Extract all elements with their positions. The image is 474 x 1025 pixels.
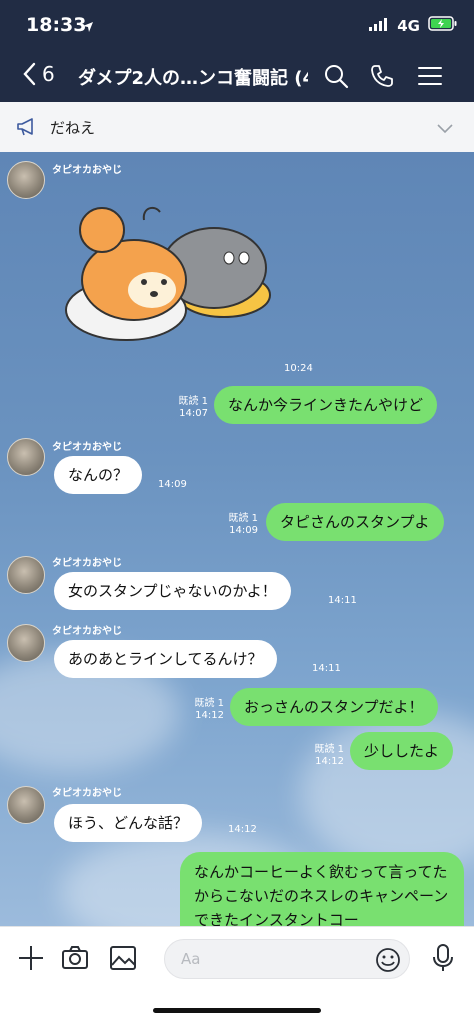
message-time: 14:09 [158, 479, 187, 490]
status-bar: 18:33 4G [0, 0, 474, 50]
megaphone-icon [16, 117, 38, 141]
back-button[interactable]: 6 [22, 62, 55, 86]
sender-name: タピオカおやじ [52, 788, 122, 799]
status-time: 18:33 [26, 14, 87, 36]
message-input[interactable]: Aa [164, 939, 410, 979]
cat-sticker[interactable] [64, 200, 274, 348]
network-label: 4G [397, 16, 420, 35]
location-arrow-icon [82, 18, 94, 37]
announcement-text: だねえ [50, 119, 96, 137]
read-receipt: 既読 1 14:12 [194, 698, 224, 721]
menu-icon[interactable] [416, 62, 444, 90]
phone-icon[interactable] [368, 62, 396, 90]
incoming-message-bubble[interactable]: なんの？ [54, 456, 143, 494]
back-unread-count: 6 [42, 62, 55, 86]
camera-icon[interactable] [60, 943, 90, 973]
read-receipt: 既読 1 14:07 [178, 396, 208, 419]
read-receipt: 既読 1 14:12 [314, 744, 344, 767]
announcement-bar[interactable]: だねえ [0, 102, 474, 153]
signal-icon [369, 17, 389, 35]
message-time: 14:11 [328, 595, 357, 606]
sender-name: タピオカおやじ [52, 626, 122, 637]
avatar[interactable] [7, 556, 45, 594]
outgoing-message-bubble[interactable]: なんか今ラインきたんやけど [214, 386, 438, 424]
sender-name: タピオカおやじ [52, 442, 122, 453]
microphone-icon[interactable] [428, 943, 458, 973]
message-time: 14:11 [312, 663, 341, 674]
image-icon[interactable] [108, 943, 138, 973]
chat-area[interactable]: タピオカおやじ 10:24 既読 1 14:07 なんか今ラインきたんやけど タピ… [0, 152, 474, 926]
outgoing-message-bubble[interactable]: おっさんのスタンプだよ！ [230, 688, 438, 726]
incoming-message-bubble[interactable]: 女のスタンプじゃないのかよ！ [54, 572, 291, 610]
search-icon[interactable] [322, 62, 350, 90]
sticker-time: 10:24 [284, 363, 313, 374]
chevron-left-icon [23, 62, 36, 86]
outgoing-message-bubble[interactable]: 少ししたよ [350, 732, 454, 770]
read-receipt: 既読 1 14:09 [228, 513, 258, 536]
message-time: 14:12 [228, 824, 257, 835]
avatar[interactable] [7, 786, 45, 824]
outgoing-message-bubble[interactable]: タピさんのスタンプよ [266, 503, 444, 541]
battery-icon [428, 16, 458, 35]
outgoing-message-bubble[interactable]: なんかコーヒーよく飲むって言ってたからこないだのネスレのキャンペーンできたインス… [180, 852, 464, 926]
incoming-message-bubble[interactable]: ほう、どんな話？ [54, 804, 203, 842]
sender-name: タピオカおやじ [52, 165, 122, 176]
message-input-placeholder: Aa [181, 950, 201, 968]
emoji-icon[interactable] [375, 947, 401, 977]
avatar[interactable] [7, 438, 45, 476]
avatar[interactable] [7, 624, 45, 662]
chevron-down-icon[interactable] [436, 120, 454, 139]
plus-icon[interactable] [16, 943, 46, 973]
chat-header: 6 ダメプ2人の…ンコ奮闘記 (4) [0, 50, 474, 102]
chat-title: ダメプ2人の…ンコ奮闘記 (4) [78, 68, 308, 89]
home-indicator [153, 1008, 321, 1013]
incoming-message-bubble[interactable]: あのあとラインしてるんけ？ [54, 640, 277, 678]
sender-name: タピオカおやじ [52, 558, 122, 569]
avatar[interactable] [7, 161, 45, 199]
